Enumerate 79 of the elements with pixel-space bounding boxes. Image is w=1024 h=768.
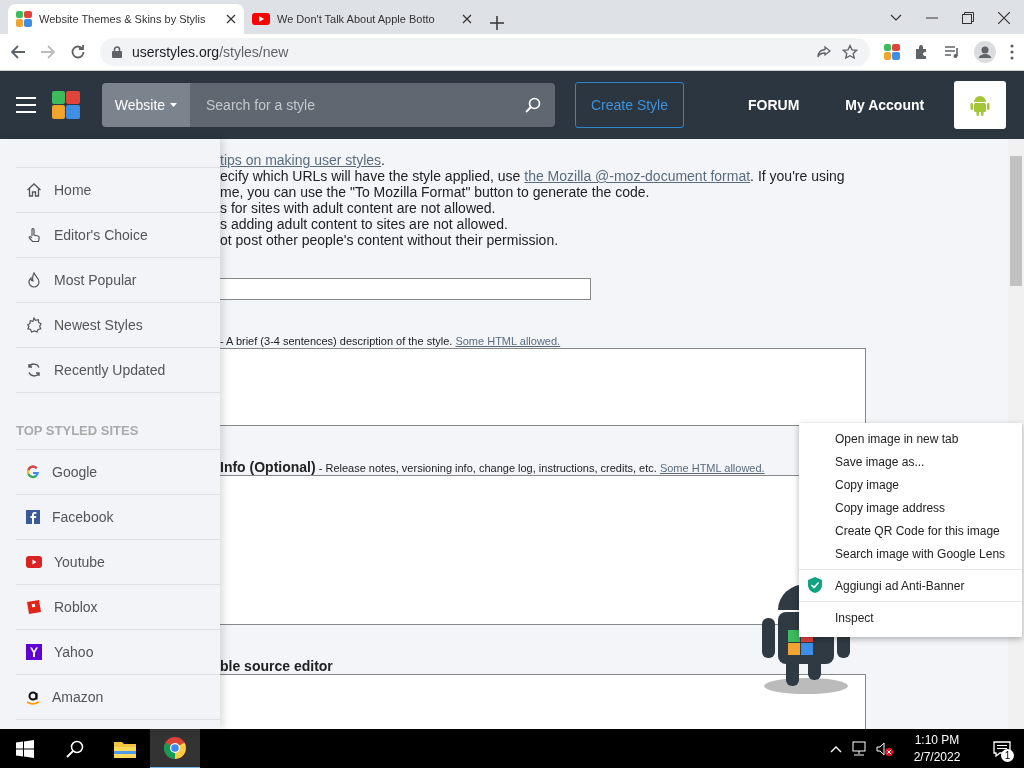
- menu-item[interactable]: Copy image address: [799, 496, 1022, 519]
- more-menu-icon[interactable]: [1010, 44, 1014, 60]
- menu-item[interactable]: Inspect: [799, 606, 1022, 629]
- android-icon: [970, 94, 991, 116]
- home-icon: [26, 182, 42, 198]
- menu-item[interactable]: Create QR Code for this image: [799, 519, 1022, 542]
- body-text: ot post other people's content without their permission.: [220, 232, 560, 248]
- field-label: - A brief (3-4 sentences) description of the style. Some HTML allowed.: [220, 334, 562, 348]
- address-bar[interactable]: userstyles.org/styles/new: [100, 38, 870, 66]
- menu-item[interactable]: Save image as...: [799, 450, 1022, 473]
- category-dropdown[interactable]: Website: [102, 83, 190, 127]
- nav-link[interactable]: FORUM: [748, 97, 800, 113]
- close-icon[interactable]: [462, 14, 472, 24]
- menu-item[interactable]: Aggiungi ad Anti-Banner: [799, 574, 1022, 597]
- input-field[interactable]: [220, 278, 591, 300]
- body-text: tips on making user styles.: [220, 152, 386, 168]
- reload-icon[interactable]: [70, 44, 86, 60]
- search-bar[interactable]: Search for a style: [190, 83, 555, 127]
- lock-icon: [112, 46, 122, 58]
- sidebar-item[interactable]: Google: [16, 449, 220, 494]
- sidebar-item[interactable]: Editor's Choice: [16, 212, 220, 257]
- body-text: s adding adult content to sites are not allowed.: [220, 216, 509, 232]
- yahoo-icon: [26, 644, 42, 660]
- folder-icon[interactable]: [114, 740, 136, 758]
- sidebar-item[interactable]: Most Popular: [16, 257, 220, 302]
- text-link[interactable]: Some HTML allowed.: [659, 462, 765, 474]
- back-icon[interactable]: [10, 44, 26, 60]
- taskbar-clock[interactable]: 1:10 PM 2/7/2022: [902, 732, 972, 766]
- flame-icon: [26, 272, 42, 288]
- body-text: s for sites with adult content are not allowed.: [220, 200, 497, 216]
- sidebar-item[interactable]: Yahoo: [16, 629, 220, 674]
- search-icon[interactable]: [66, 740, 84, 758]
- chrome-icon[interactable]: [164, 737, 186, 759]
- youtube-icon: [26, 556, 42, 568]
- menu-item[interactable]: Open image in new tab: [799, 427, 1022, 450]
- restore-icon[interactable]: [962, 12, 974, 24]
- new-tab-icon[interactable]: [490, 16, 504, 30]
- facebook-icon: [26, 510, 40, 524]
- body-text: ecify which URLs will have the style applied, use the Mozilla @-moz-document format. If you're using: [220, 168, 846, 184]
- star-icon[interactable]: [842, 44, 858, 60]
- network-icon[interactable]: [850, 741, 868, 757]
- share-icon[interactable]: [816, 44, 832, 60]
- youtube-icon: [252, 12, 270, 26]
- menu-item[interactable]: Search image with Google Lens: [799, 542, 1022, 565]
- sidebar-item[interactable]: Newest Styles: [16, 302, 220, 347]
- shield-check-icon: [808, 577, 822, 593]
- menu-item[interactable]: Copy image: [799, 473, 1022, 496]
- notification-count: 1: [1001, 749, 1014, 762]
- nav-link[interactable]: My Account: [845, 97, 925, 113]
- menu-icon[interactable]: [16, 97, 36, 113]
- stylish-extension-icon[interactable]: [884, 44, 900, 60]
- text-area[interactable]: [220, 348, 866, 426]
- notifications-icon[interactable]: [993, 741, 1011, 757]
- starburst-icon: [26, 317, 42, 333]
- show-hidden-icons-caret-icon[interactable]: [830, 745, 842, 753]
- sidebar-item[interactable]: Home: [16, 167, 220, 212]
- google-icon: [26, 465, 40, 479]
- browser-tab[interactable]: We Don't Talk About Apple Botto: [244, 4, 480, 34]
- profile-icon[interactable]: [974, 41, 996, 63]
- text-link[interactable]: Some HTML allowed.: [455, 335, 561, 347]
- refresh-icon: [26, 362, 42, 378]
- amazon-icon: [26, 689, 40, 705]
- field-label: ble source editor: [220, 659, 334, 674]
- search-field[interactable]: Search for a style: [190, 96, 525, 114]
- close-icon[interactable]: [226, 14, 236, 24]
- stylish-logo-icon: [16, 11, 32, 27]
- volume-muted-icon[interactable]: [876, 741, 894, 757]
- caret-icon: [170, 103, 178, 107]
- create-style-button[interactable]: Create Style: [575, 82, 684, 128]
- windows-start-icon[interactable]: [16, 740, 34, 758]
- close-icon[interactable]: [998, 12, 1010, 24]
- tab-search-chevron-icon[interactable]: [890, 14, 902, 22]
- roblox-icon: [26, 599, 42, 615]
- media-queue-icon[interactable]: [944, 44, 960, 60]
- android-app-button[interactable]: [954, 81, 1007, 129]
- browser-tab[interactable]: Website Themes & Skins by Stylis: [8, 4, 244, 34]
- site-logo-icon[interactable]: [52, 91, 80, 119]
- section-heading: TOP STYLED SITES: [16, 421, 140, 440]
- body-text: me, you can use the "To Mozilla Format" button to generate the code.: [220, 184, 651, 200]
